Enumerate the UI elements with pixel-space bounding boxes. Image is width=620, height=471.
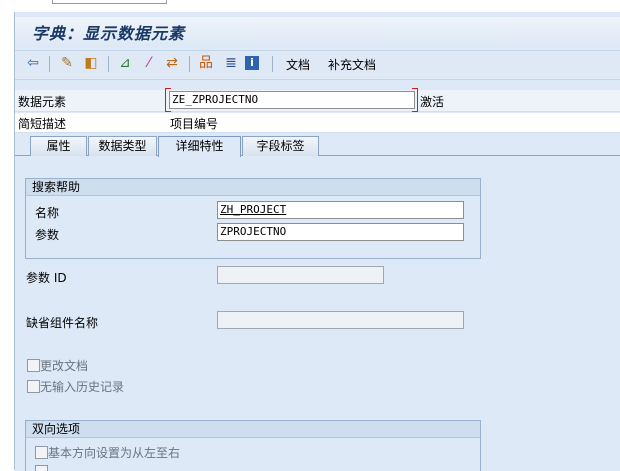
navigate-icon[interactable]: ⇄ (163, 53, 181, 73)
change-document-checkbox[interactable] (27, 359, 40, 372)
tab-further-characteristics[interactable]: 详细特性 (158, 136, 241, 157)
status-label: 激活 (420, 95, 445, 109)
magic-wand-icon[interactable]: ⁄ (140, 53, 158, 73)
search-help-name-label: 名称 (35, 206, 60, 220)
short-description-row (15, 113, 620, 133)
second-bidi-checkbox[interactable] (35, 465, 48, 471)
default-component-label: 缺省组件名称 (26, 316, 99, 330)
hierarchy-icon[interactable]: 品 (197, 53, 215, 73)
toolbar-separator (49, 56, 50, 72)
list-icon[interactable]: ≣ (222, 53, 240, 73)
no-input-history-checkbox[interactable] (27, 380, 40, 393)
parameter-id-label: 参数 ID (26, 271, 67, 285)
default-component-field[interactable] (217, 311, 464, 329)
data-element-field[interactable]: ZE_ZPROJECTNO (169, 91, 415, 109)
toolbar-separator (189, 56, 190, 72)
ltr-checkbox[interactable] (35, 446, 48, 459)
where-used-icon[interactable]: ⊿ (116, 53, 134, 73)
short-description-label: 简短描述 (18, 117, 67, 131)
activate-icon[interactable]: ◧ (82, 53, 100, 73)
application-toolbar (15, 50, 620, 80)
documentation-button[interactable]: 文档 (286, 56, 310, 73)
search-help-param-label: 参数 (35, 228, 60, 242)
info-icon[interactable]: i (245, 56, 259, 70)
toolbar-separator (272, 56, 273, 72)
short-description-value: 项目编号 (170, 117, 219, 131)
back-icon[interactable]: ⇦ (24, 53, 42, 73)
parameter-id-field[interactable] (217, 266, 384, 284)
ltr-label: 基本方向设置为从左至右 (48, 446, 181, 460)
search-help-param-field[interactable]: ZPROJECTNO (217, 223, 464, 241)
search-help-title: 搜索帮助 (26, 179, 480, 196)
no-input-history-label: 无输入历史记录 (40, 380, 125, 394)
tab-field-label[interactable]: 字段标签 (242, 136, 319, 156)
display-change-icon[interactable]: ✎ (58, 53, 76, 73)
tab-data-type[interactable]: 数据类型 (88, 136, 157, 156)
window-title: 字典：显示数据元素 (32, 24, 186, 43)
toolbar-separator (108, 56, 109, 72)
supplementary-doc-button[interactable]: 补充文档 (328, 56, 376, 73)
bidi-options-title: 双向选项 (26, 421, 480, 438)
search-help-name-field[interactable]: ZH_PROJECT (217, 201, 464, 219)
command-field[interactable] (52, 0, 167, 4)
required-marker-right (412, 88, 418, 112)
required-marker-left (165, 88, 171, 112)
tab-attributes[interactable]: 属性 (30, 136, 87, 156)
change-document-label: 更改文档 (40, 359, 89, 373)
data-element-label: 数据元素 (18, 95, 67, 109)
